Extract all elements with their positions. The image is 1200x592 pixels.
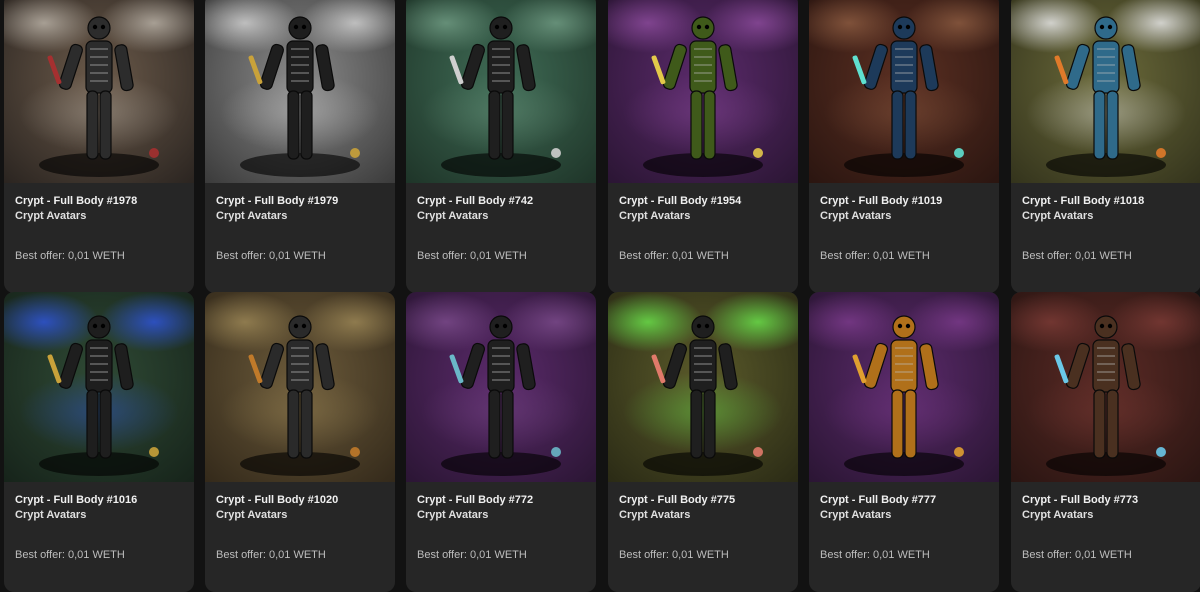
best-offer-label: Best offer: 0,01 WETH	[619, 549, 729, 561]
nft-card[interactable]: Crypt - Full Body #777 Crypt Avatars Best …	[809, 292, 999, 592]
nft-title[interactable]: Crypt - Full Body #1016	[15, 494, 137, 506]
collection-name[interactable]: Crypt Avatars	[417, 509, 488, 521]
nft-card[interactable]: Crypt - Full Body #772 Crypt Avatars Best …	[406, 292, 596, 592]
collection-name[interactable]: Crypt Avatars	[15, 509, 86, 521]
nft-artwork-image[interactable]	[406, 0, 596, 183]
nft-grid: Crypt - Full Body #1978 Crypt Avatars Best…	[0, 0, 1200, 592]
nft-card[interactable]: Crypt - Full Body #1020 Crypt Avatars Best…	[205, 292, 395, 592]
nft-title[interactable]: Crypt - Full Body #773	[1022, 494, 1138, 506]
best-offer-label: Best offer: 0,01 WETH	[15, 549, 125, 561]
nft-artwork-image[interactable]	[205, 292, 395, 482]
nft-artwork-image[interactable]	[809, 292, 999, 482]
best-offer-label: Best offer: 0,01 WETH	[216, 549, 326, 561]
collection-name[interactable]: Crypt Avatars	[619, 210, 690, 222]
best-offer-label: Best offer: 0,01 WETH	[216, 250, 326, 262]
nft-title[interactable]: Crypt - Full Body #1020	[216, 494, 338, 506]
collection-name[interactable]: Crypt Avatars	[1022, 210, 1093, 222]
nft-card[interactable]: Crypt - Full Body #1979 Crypt Avatars Best…	[205, 0, 395, 293]
best-offer-label: Best offer: 0,01 WETH	[1022, 549, 1132, 561]
best-offer-label: Best offer: 0,01 WETH	[417, 549, 527, 561]
nft-title[interactable]: Crypt - Full Body #1954	[619, 195, 741, 207]
nft-card[interactable]: Crypt - Full Body #1018 Crypt Avatars Best…	[1011, 0, 1200, 293]
best-offer-label: Best offer: 0,01 WETH	[15, 250, 125, 262]
collection-name[interactable]: Crypt Avatars	[619, 509, 690, 521]
collection-name[interactable]: Crypt Avatars	[417, 210, 488, 222]
nft-artwork-image[interactable]	[809, 0, 999, 183]
best-offer-label: Best offer: 0,01 WETH	[417, 250, 527, 262]
nft-card[interactable]: Crypt - Full Body #1954 Crypt Avatars Best…	[608, 0, 798, 293]
collection-name[interactable]: Crypt Avatars	[15, 210, 86, 222]
nft-title[interactable]: Crypt - Full Body #772	[417, 494, 533, 506]
nft-artwork-image[interactable]	[4, 292, 194, 482]
nft-card[interactable]: Crypt - Full Body #1978 Crypt Avatars Best…	[4, 0, 194, 293]
nft-card[interactable]: Crypt - Full Body #773 Crypt Avatars Best …	[1011, 292, 1200, 592]
nft-card[interactable]: Crypt - Full Body #1016 Crypt Avatars Best…	[4, 292, 194, 592]
collection-name[interactable]: Crypt Avatars	[216, 210, 287, 222]
best-offer-label: Best offer: 0,01 WETH	[619, 250, 729, 262]
nft-artwork-image[interactable]	[406, 292, 596, 482]
nft-artwork-image[interactable]	[1011, 292, 1200, 482]
nft-title[interactable]: Crypt - Full Body #742	[417, 195, 533, 207]
nft-title[interactable]: Crypt - Full Body #1018	[1022, 195, 1144, 207]
nft-artwork-image[interactable]	[608, 292, 798, 482]
nft-title[interactable]: Crypt - Full Body #1978	[15, 195, 137, 207]
best-offer-label: Best offer: 0,01 WETH	[820, 250, 930, 262]
nft-artwork-image[interactable]	[608, 0, 798, 183]
nft-title[interactable]: Crypt - Full Body #777	[820, 494, 936, 506]
nft-artwork-image[interactable]	[1011, 0, 1200, 183]
nft-title[interactable]: Crypt - Full Body #1979	[216, 195, 338, 207]
collection-name[interactable]: Crypt Avatars	[820, 509, 891, 521]
best-offer-label: Best offer: 0,01 WETH	[1022, 250, 1132, 262]
best-offer-label: Best offer: 0,01 WETH	[820, 549, 930, 561]
nft-title[interactable]: Crypt - Full Body #775	[619, 494, 735, 506]
nft-artwork-image[interactable]	[205, 0, 395, 183]
collection-name[interactable]: Crypt Avatars	[216, 509, 287, 521]
nft-artwork-image[interactable]	[4, 0, 194, 183]
nft-card[interactable]: Crypt - Full Body #775 Crypt Avatars Best …	[608, 292, 798, 592]
nft-card[interactable]: Crypt - Full Body #742 Crypt Avatars Best …	[406, 0, 596, 293]
nft-card[interactable]: Crypt - Full Body #1019 Crypt Avatars Best…	[809, 0, 999, 293]
collection-name[interactable]: Crypt Avatars	[820, 210, 891, 222]
nft-title[interactable]: Crypt - Full Body #1019	[820, 195, 942, 207]
collection-name[interactable]: Crypt Avatars	[1022, 509, 1093, 521]
